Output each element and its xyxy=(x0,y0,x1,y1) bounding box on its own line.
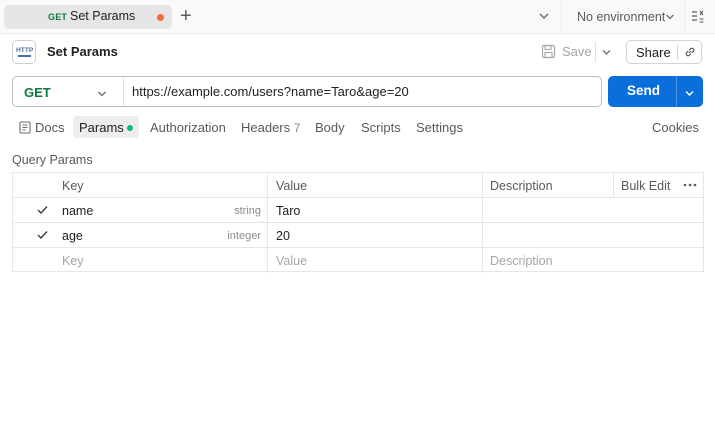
bulk-edit-button[interactable]: Bulk Edit xyxy=(621,179,670,193)
new-param-value-input[interactable]: Value xyxy=(276,254,307,268)
column-header-key: Key xyxy=(62,179,84,193)
query-params-table: Key Value Description Bulk Edit name str… xyxy=(12,172,704,273)
tab-settings[interactable]: Settings xyxy=(416,120,463,135)
environment-chevron-down-icon[interactable] xyxy=(665,12,675,22)
tab-headers[interactable]: Headers 7 xyxy=(241,120,300,135)
param-type: string xyxy=(234,205,261,217)
new-param-key-input[interactable]: Key xyxy=(62,254,84,268)
request-tab[interactable]: GET Set Params xyxy=(4,5,172,29)
tab-body[interactable]: Body xyxy=(315,120,345,135)
new-tab-plus-icon[interactable]: + xyxy=(180,6,192,26)
query-params-title: Query Params xyxy=(12,153,93,167)
request-title[interactable]: Set Params xyxy=(47,44,118,59)
save-options-chevron-down-icon[interactable] xyxy=(601,47,612,58)
unsaved-indicator xyxy=(157,14,164,21)
tabs-chevron-down-icon[interactable] xyxy=(538,10,550,22)
table-row-new: Key Value Description xyxy=(13,248,703,273)
url-bar: GET https://example.com/users?name=Taro&… xyxy=(12,76,602,107)
headers-count: 7 xyxy=(293,121,301,135)
param-key[interactable]: name xyxy=(62,204,93,218)
row-checkbox-checked-icon[interactable] xyxy=(37,205,48,215)
param-value[interactable]: Taro xyxy=(276,204,300,218)
table-row: name string Taro xyxy=(13,198,703,223)
save-icon xyxy=(541,44,556,59)
tabbar-divider xyxy=(684,0,685,34)
environment-selector[interactable]: No environment xyxy=(577,10,665,24)
save-divider xyxy=(595,42,596,62)
url-input[interactable]: https://example.com/users?name=Taro&age=… xyxy=(132,84,409,99)
save-label: Save xyxy=(562,44,592,59)
table-row: age integer 20 xyxy=(13,223,703,248)
more-options-icon[interactable] xyxy=(683,179,697,191)
request-tab-title: Set Params xyxy=(70,9,136,23)
param-value[interactable]: 20 xyxy=(276,229,290,243)
tab-docs-label: Docs xyxy=(35,120,65,135)
request-tab-method: GET xyxy=(48,12,68,22)
http-icon-label: HTTP xyxy=(16,47,34,54)
tab-bar: GET Set Params + No environment xyxy=(0,0,715,34)
send-label: Send xyxy=(627,83,661,98)
send-button[interactable]: Send xyxy=(608,76,703,107)
tabbar-divider xyxy=(561,0,562,34)
method-chevron-down-icon[interactable] xyxy=(97,89,107,99)
param-key[interactable]: age xyxy=(62,229,83,243)
http-request-icon: HTTP xyxy=(12,40,36,64)
tab-authorization[interactable]: Authorization xyxy=(150,120,226,135)
tab-params-label: Params xyxy=(79,120,124,135)
cookies-link[interactable]: Cookies xyxy=(652,120,699,135)
method-selector[interactable]: GET xyxy=(24,85,51,100)
param-type: integer xyxy=(227,230,261,242)
send-options-chevron-down-icon[interactable] xyxy=(684,88,695,99)
tab-headers-label: Headers xyxy=(241,120,291,135)
row-checkbox-checked-icon[interactable] xyxy=(37,230,48,240)
table-header-row: Key Value Description Bulk Edit xyxy=(13,173,703,198)
share-button[interactable]: Share xyxy=(626,40,702,64)
new-param-description-input[interactable]: Description xyxy=(490,254,553,268)
docs-icon xyxy=(19,121,31,134)
column-header-value: Value xyxy=(276,179,308,193)
share-label: Share xyxy=(636,45,671,60)
copy-link-icon[interactable] xyxy=(683,45,697,59)
column-header-description: Description xyxy=(490,179,553,193)
tab-scripts[interactable]: Scripts xyxy=(361,120,401,135)
params-active-indicator xyxy=(127,125,133,131)
environment-quick-look-icon[interactable] xyxy=(691,10,705,24)
tab-params[interactable]: Params xyxy=(73,116,139,138)
